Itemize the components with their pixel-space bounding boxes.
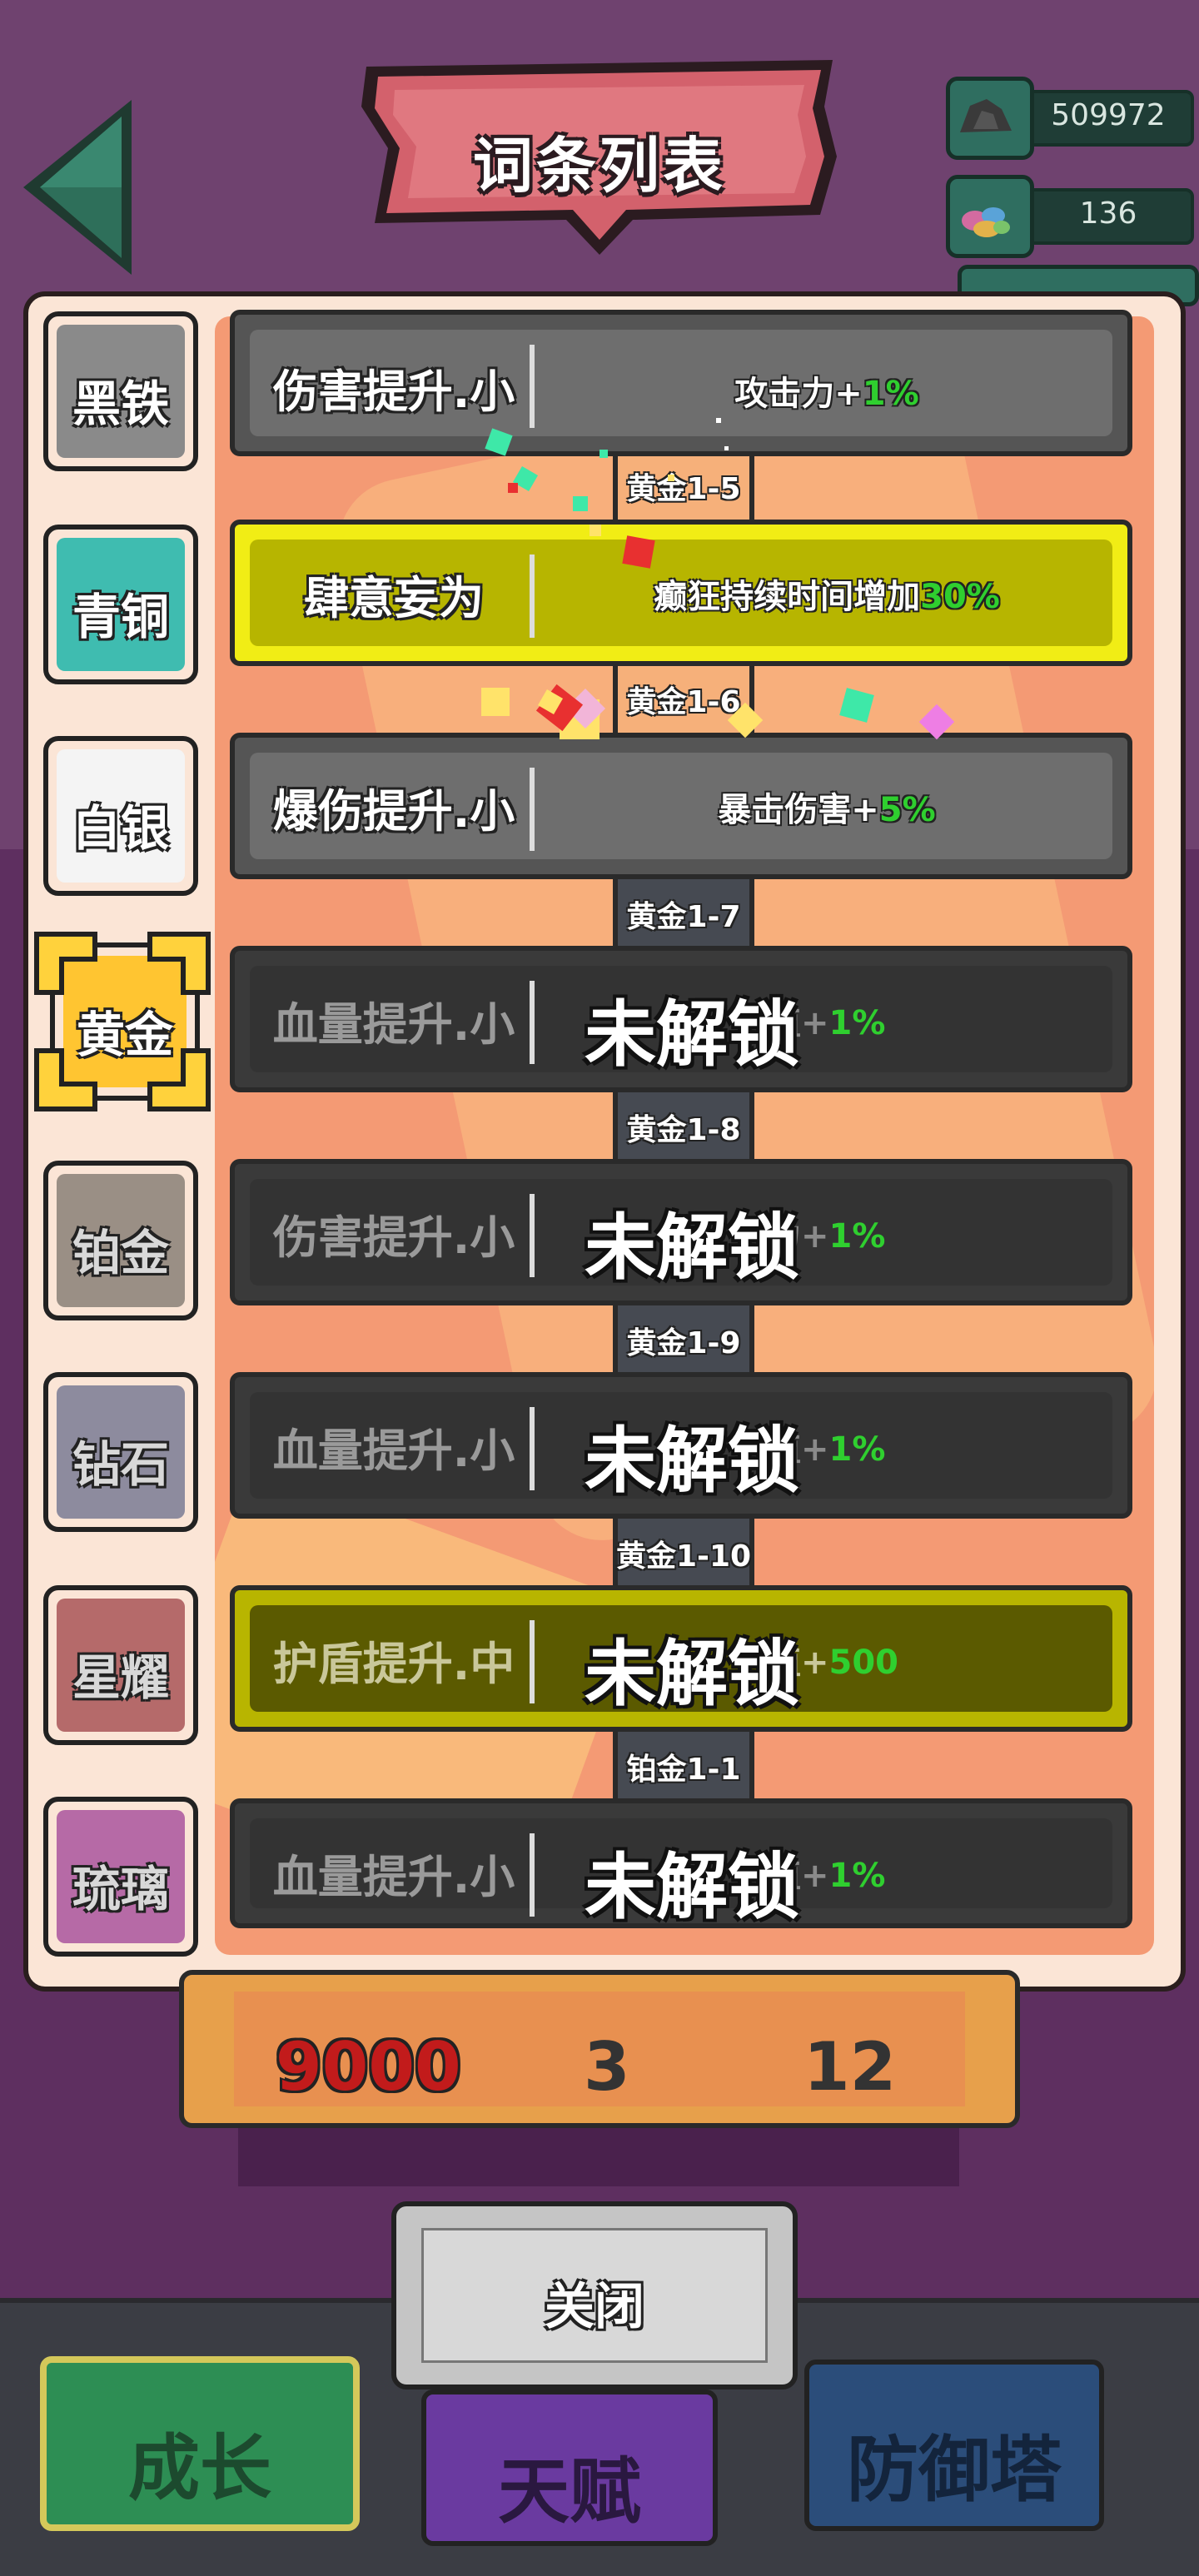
divider [530,1620,535,1703]
entry-effect: 暴击伤害+5% [551,783,1102,831]
entry-name: 伤害提升.小 [272,366,515,418]
tab-bronze[interactable]: 青铜 [43,525,198,684]
level-label: 黄金1-10 [615,1539,752,1574]
divider [530,1833,535,1917]
level-connector: 黄金1-9 [613,1304,754,1375]
resource-gems: 136 [946,175,1196,258]
confetti-particles [481,418,955,740]
tab-label: 黑铁 [72,375,169,432]
nav-tower-button[interactable]: 防御塔 [804,2360,1104,2531]
tab-black-iron[interactable]: 黑铁 [43,311,198,471]
reward-value: 12 [803,2028,897,2106]
level-connector: 黄金1-10 [613,1517,754,1589]
nav-growth-button[interactable]: 成长 [40,2356,360,2531]
level-connector: 黄金1-8 [613,1091,754,1162]
locked-label: 未解锁 [585,1846,799,1929]
effect-value: 1% [828,1004,886,1042]
entry-row[interactable]: 血量提升.小 值+1% 未解锁 [230,1798,1132,1929]
reward-value: 9000 [276,2028,461,2106]
locked-label: 未解锁 [585,1206,799,1290]
divider [530,345,535,428]
page-title: 词条列表 [472,131,726,201]
nav-label: 天赋 [498,2450,641,2534]
level-label: 黄金1-8 [626,1113,741,1147]
gems-icon [946,175,1034,258]
level-label: 铂金1-1 [626,1753,741,1787]
level-label: 黄金1-9 [626,1326,741,1360]
effect-value: 500 [828,1644,899,1682]
tab-glaze[interactable]: 琉璃 [43,1797,198,1957]
nav-label: 成长 [128,2427,271,2510]
selection-frame-icon [34,932,211,1111]
locked-label: 未解锁 [585,993,799,1077]
tab-star[interactable]: 星耀 [43,1585,198,1745]
entry-name: 护盾提升.中 [272,1638,515,1690]
effect-text: 暴击伤害+ [718,791,879,829]
tab-diamond[interactable]: 钻石 [43,1372,198,1532]
resource-value: 509972 [1051,98,1166,132]
entry-row[interactable]: 护盾提升.中 值+500 未解锁 [230,1585,1132,1732]
effect-value: 5% [878,791,936,829]
divider [530,981,535,1064]
resource-ore: 509972 [946,77,1196,160]
effect-value: 1% [828,1857,886,1895]
shadow-strip [238,2128,959,2186]
nav-talent-button[interactable]: 天赋 [421,2390,718,2546]
level-connector: 黄金1-7 [613,878,754,949]
divider [530,768,535,851]
level-label: 黄金1-7 [626,900,741,934]
effect-value: 1% [862,375,919,413]
divider [530,1407,535,1490]
tab-label: 铂金 [72,1225,169,1281]
level-connector: 铂金1-1 [613,1730,754,1802]
locked-label: 未解锁 [585,1633,799,1716]
nav-label: 防御塔 [847,2429,1062,2512]
divider [530,1194,535,1277]
resource-value: 136 [1079,196,1137,231]
tab-label: 星耀 [72,1649,169,1706]
effect-text: 攻击力+ [734,375,863,413]
locked-label: 未解锁 [585,1420,799,1503]
close-button[interactable]: 关闭 [391,2201,798,2390]
close-button-label: 关闭 [545,2278,644,2336]
tab-label: 琉璃 [72,1861,169,1917]
tab-label: 钻石 [72,1436,169,1493]
entry-effect: 值+1% [768,1848,1102,1897]
reward-panel-behind: 9000 3 12 [179,1970,1020,2128]
entry-effect: 力+1% [768,1209,1102,1257]
entry-effect: 值+1% [768,996,1102,1044]
entry-name: 血量提升.小 [272,1851,515,1903]
back-arrow-icon[interactable] [15,92,140,283]
entry-name: 伤害提升.小 [272,1211,515,1264]
entry-name: 血量提升.小 [272,998,515,1051]
reward-value: 3 [584,2028,630,2106]
tab-silver[interactable]: 白银 [43,736,198,896]
entry-effect: 值+1% [768,1422,1102,1470]
effect-value: 1% [828,1217,886,1256]
entry-row[interactable]: 血量提升.小 值+1% 未解锁 [230,946,1132,1092]
entry-row[interactable]: 伤害提升.小 力+1% 未解锁 [230,1159,1132,1305]
tab-label: 白银 [72,800,169,857]
effect-value: 1% [828,1430,886,1469]
entry-name: 血量提升.小 [272,1425,515,1477]
entry-effect: 攻击力+1% [551,366,1102,415]
entry-row[interactable]: 血量提升.小 值+1% 未解锁 [230,1372,1132,1519]
ore-icon [946,77,1034,160]
entry-name: 爆伤提升.小 [272,785,515,838]
tab-label: 青铜 [72,589,169,645]
tab-platinum[interactable]: 铂金 [43,1161,198,1320]
entry-effect: 值+500 [768,1635,1102,1683]
